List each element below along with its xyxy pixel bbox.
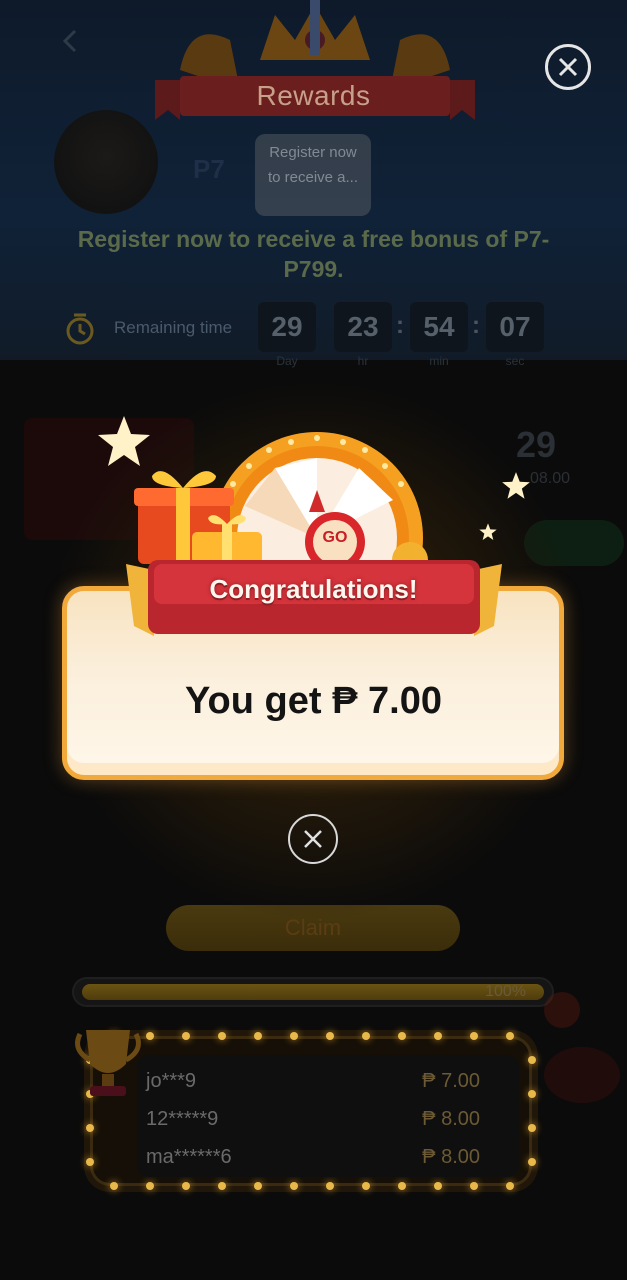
stat-value-2: 08.00 [530,470,571,487]
marquee-bulb [290,1182,298,1190]
list-item: jo***9 ₱ 7.00 [146,1070,480,1100]
list-item: ma******6 ₱ 8.00 [146,1146,480,1176]
winner-amount: ₱ 7.00 [422,1070,480,1092]
winner-amount: ₱ 8.00 [422,1108,480,1130]
marquee-bulb [218,1032,226,1040]
marquee-bulb [528,1158,536,1166]
close-icon[interactable] [545,44,591,90]
timer-seconds: 07 [486,302,544,352]
marquee-bulb [434,1182,442,1190]
timer-icon [66,313,94,345]
marquee-bulb [254,1182,262,1190]
timer-separator: : [472,312,480,339]
marquee-bulb [506,1182,514,1190]
progress-bar: 100% [72,977,554,1007]
marquee-bulb [362,1182,370,1190]
winner-name: jo***9 [146,1070,197,1092]
stat-value: 29 [516,424,557,465]
marquee-bulb [326,1032,334,1040]
character-decoration-icon [544,992,620,1103]
rewards-page: Rewards P7 Register now to receive a... … [0,0,627,1280]
timer-minutes-unit: min [429,354,449,368]
gift-box-icon [134,471,262,564]
marquee-bulb [398,1182,406,1190]
timer-days: 29 [258,302,316,352]
list-item: 12*****9 ₱ 8.00 [146,1108,480,1138]
marquee-bulb [86,1158,94,1166]
timer-hours-unit: hr [357,354,369,368]
timer-hours: 23 [334,302,392,352]
marquee-bulb [146,1182,154,1190]
timer-minutes: 54 [410,302,468,352]
marquee-bulb [146,1032,154,1040]
marquee-bulb [506,1032,514,1040]
progress-percent: 100% [485,983,526,1000]
progress-fill [82,984,544,1000]
promo-headline: Register now to receive a free bonus of … [77,226,550,282]
marquee-bulb [470,1032,478,1040]
close-circle-icon[interactable] [288,814,338,864]
marquee-bulb [290,1032,298,1040]
wheel-go-label: GO [322,529,348,546]
winner-name: 12*****9 [146,1108,219,1130]
timer-days-unit: Day [276,354,298,368]
back-arrow-icon[interactable] [56,26,86,56]
marquee-bulb [86,1124,94,1132]
marquee-bulb [110,1182,118,1190]
marquee-bulb [182,1182,190,1190]
timer-seconds-unit: sec [505,354,525,368]
tooltip: Register now to receive a... [255,134,371,216]
timer-separator: : [396,312,404,339]
marquee-bulb [470,1182,478,1190]
bonus-amount: P7 [193,154,225,184]
marquee-bulb [254,1032,262,1040]
star-icon [98,416,150,466]
countdown-timer: Remaining time 29 Day 23 hr : 54 min : 0… [0,300,627,370]
winner-name: ma******6 [146,1146,232,1168]
marquee-bulb [218,1182,226,1190]
winner-amount: ₱ 8.00 [422,1146,480,1168]
avatar [54,110,158,214]
reward-message: You get ₱ 7.00 [185,680,442,722]
marquee-bulb [326,1182,334,1190]
marquee-bulb [434,1032,442,1040]
page-title: Rewards [256,80,371,111]
popup-banner-title: Congratulations! [209,574,418,604]
marquee-bulb [182,1032,190,1040]
marquee-bulb [528,1124,536,1132]
trophy-icon [75,1030,141,1096]
marquee-bulb [398,1032,406,1040]
sparkle-icon [479,523,497,540]
marquee-bulb [362,1032,370,1040]
star-icon [502,472,530,499]
timer-label: Remaining time [114,318,233,337]
